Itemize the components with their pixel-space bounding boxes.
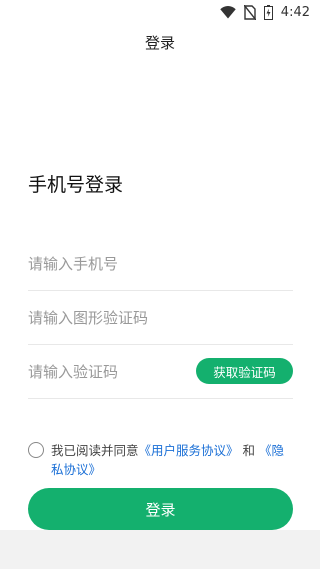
status-bar: 4:42	[0, 0, 320, 24]
wifi-icon	[220, 5, 236, 19]
user-agreement-link[interactable]: 《用户服务协议》	[139, 443, 239, 458]
clock-time: 4:42	[280, 4, 310, 20]
get-code-button[interactable]: 获取验证码	[196, 358, 293, 384]
agreement-checkbox[interactable]	[28, 442, 44, 458]
image-captcha-input[interactable]	[28, 309, 293, 327]
agreement-row: 我已阅读并同意《用户服务协议》 和 《隐私协议》	[28, 441, 296, 479]
captcha-field	[28, 292, 293, 345]
verification-code-field: 获取验证码	[28, 346, 293, 399]
login-button[interactable]: 登录	[28, 488, 293, 530]
agreement-joiner: 和	[242, 443, 256, 458]
agreement-prefix: 我已阅读并同意	[51, 443, 139, 458]
verification-code-input[interactable]	[28, 363, 188, 381]
page-title: 登录	[144, 34, 175, 52]
phone-login-heading: 手机号登录	[28, 174, 124, 196]
battery-charging-icon	[263, 4, 273, 20]
phone-field	[28, 238, 293, 291]
bottom-bar	[0, 530, 320, 569]
agreement-text: 我已阅读并同意《用户服务协议》 和 《隐私协议》	[51, 441, 296, 479]
no-sim-icon	[243, 4, 256, 20]
phone-input[interactable]	[28, 255, 293, 273]
